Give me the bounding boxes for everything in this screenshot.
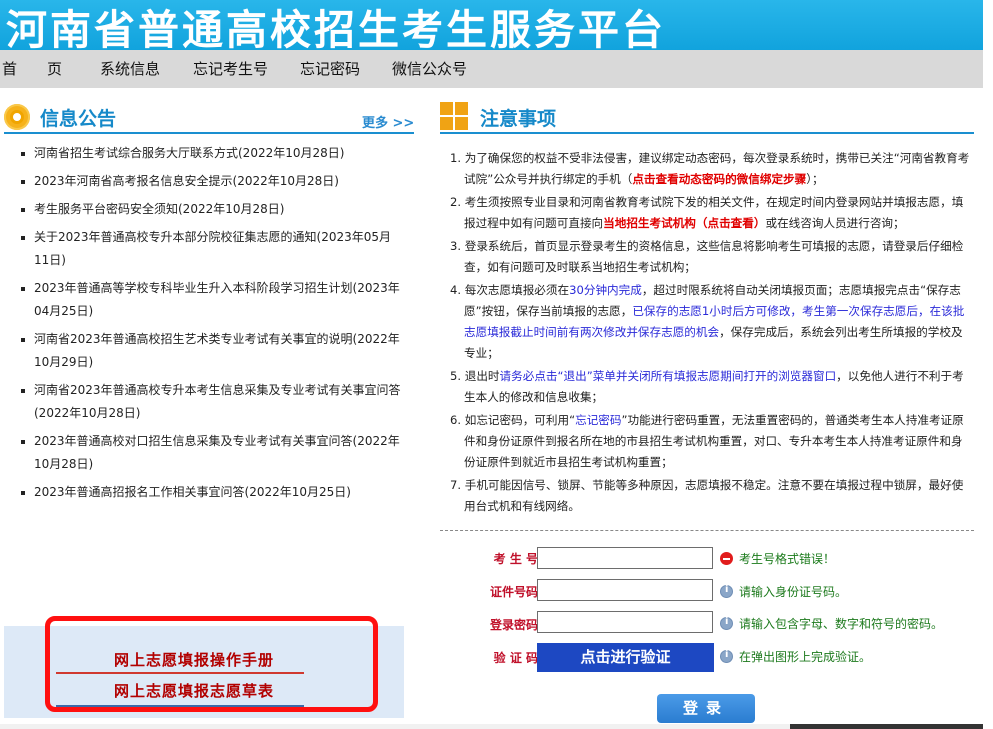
password-input[interactable] [537,611,713,633]
exam-number-hint: 考生号格式错误！ [720,550,835,567]
caution-list: 1. 为了确保您的权益不受非法侵害，建议绑定动态密码，每次登录系统时，携带已关注… [450,148,970,519]
wechat-binding-link[interactable]: 点击查看动态密码的微信绑定步骤 [632,172,806,186]
nav-forgot-password[interactable]: 忘记密码 [300,50,360,88]
error-icon [720,552,733,565]
caution-item: 1. 为了确保您的权益不受非法侵害，建议绑定动态密码，每次登录系统时，携带已关注… [450,151,970,186]
grid-icon [440,102,468,130]
caution-panel: 注意事项 1. 为了确保您的权益不受非法侵害，建议绑定动态密码，每次登录系统时，… [430,88,983,729]
main-nav: 首 页 系统信息 忘记考生号 忘记密码 微信公众号 [0,50,983,88]
forgot-password-link[interactable]: 忘记密码 [575,413,621,427]
login-button[interactable]: 登录 [657,694,755,723]
form-divider [440,530,974,531]
caution-item: 3. 登录系统后，首页显示登录考生的资格信息，这些信息将影响考生可填报的志愿，请… [450,239,964,274]
notice-item[interactable]: 关于2023年普通高校专升本部分院校征集志愿的通知(2023年05月11日) [20,226,405,272]
password-hint: 请输入包含字母、数字和符号的密码。 [720,615,943,632]
nav-forgot-exam-number[interactable]: 忘记考生号 [193,50,268,88]
captcha-verify-button[interactable]: 点击进行验证 [537,643,714,672]
notice-item[interactable]: 2023年普通高等学校专科毕业生升入本科阶段学习招生计划(2023年04月25日… [20,277,405,323]
caution-item: 4. 每次志愿填报必须在30分钟内完成，超过时限系统将自动关闭填报页面；志愿填报… [450,283,965,360]
site-title: 河南省普通高校招生考生服务平台 [6,6,666,50]
nav-home[interactable]: 首 页 [2,50,62,88]
id-number-input[interactable] [537,579,713,601]
highlight-box [45,616,378,712]
notice-item[interactable]: 2023年普通高招报名工作相关事宜问答(2022年10月25日) [20,481,405,504]
nav-wechat-account[interactable]: 微信公众号 [392,50,467,88]
caution-item: 7. 手机可能因信号、锁屏、节能等多种原因，志愿填报不稳定。注意不要在填报过程中… [450,478,964,513]
notice-item[interactable]: 河南省2023年普通高校招生艺术类专业考试有关事宜的说明(2022年10月29日… [20,328,405,374]
notice-item[interactable]: 河南省招生考试综合服务大厅联系方式(2022年10月28日) [20,142,405,165]
notice-panel: 信息公告 更多 >> 河南省招生考试综合服务大厅联系方式(2022年10月28日… [0,88,420,729]
window-edge [983,0,993,729]
info-icon [720,616,733,630]
exam-number-input[interactable] [537,547,713,569]
notice-item[interactable]: 2023年河南省高考报名信息安全提示(2022年10月28日) [20,170,405,193]
notice-title: 信息公告 [40,108,117,130]
nav-system-info[interactable]: 系统信息 [100,50,160,88]
more-link[interactable]: 更多 >> [362,112,414,131]
notice-divider [4,132,414,134]
id-number-hint: 请输入身份证号码。 [720,583,847,600]
notice-item[interactable]: 考生服务平台密码安全须知(2022年10月28日) [20,198,405,221]
caution-item: 6. 如忘记密码，可利用“忘记密码”功能进行密码重置，无法重置密码的，普通类考生… [450,413,964,469]
caution-item: 5. 退出时请务必点击“退出”菜单并关闭所有填报志愿期间打开的浏览器窗口，以免他… [450,369,964,404]
info-icon [720,584,733,598]
notice-item[interactable]: 2023年普通高校对口招生信息采集及专业考试有关事宜问答(2022年10月28日… [20,430,405,476]
notice-bullet-icon [4,104,30,130]
caution-title: 注意事项 [480,108,557,130]
caution-divider [440,132,974,134]
site-banner: 河南省普通高校招生考生服务平台 [0,0,983,50]
captcha-hint: 在弹出图形上完成验证。 [720,648,871,665]
bottom-strip-dark [790,724,983,729]
caution-item: 2. 考生须按照专业目录和河南省教育考试院下发的相关文件，在规定时间内登录网站并… [450,195,964,230]
notice-item[interactable]: 河南省2023年普通高校专升本考生信息采集及专业考试有关事宜问答(2022年10… [20,379,405,425]
info-icon [720,649,733,663]
local-exam-office-link[interactable]: 当地招生考试机构（点击查看） [603,216,765,230]
notice-list: 河南省招生考试综合服务大厅联系方式(2022年10月28日) 2023年河南省高… [20,142,405,509]
